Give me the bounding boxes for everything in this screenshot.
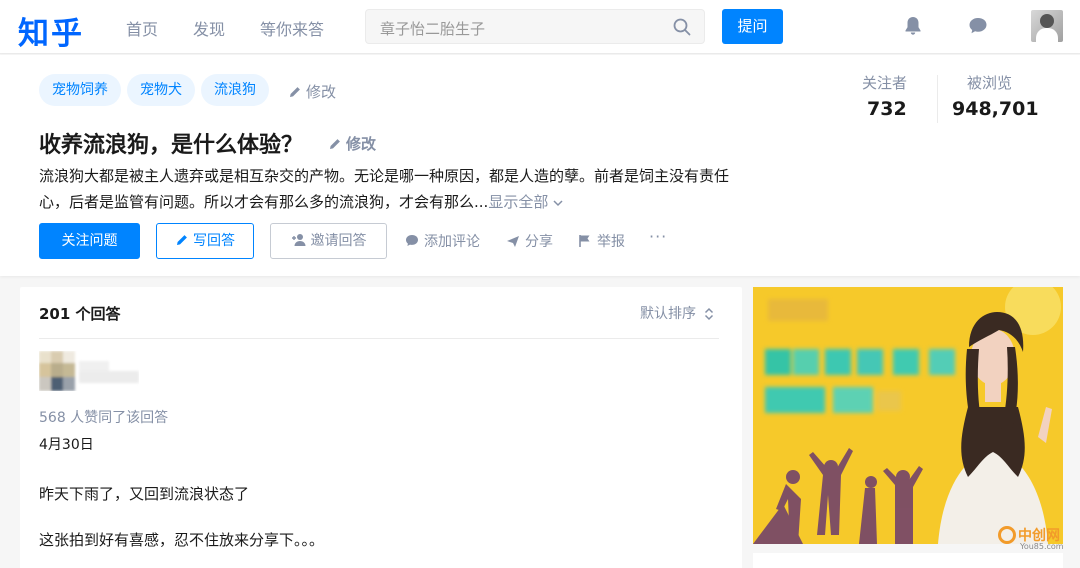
flag-icon (579, 235, 590, 247)
answer-count: 201 个回答 (39, 305, 121, 323)
pencil-icon (330, 139, 340, 149)
followers-count[interactable]: 732 (867, 98, 907, 120)
add-user-icon (291, 234, 305, 246)
edit-title-button[interactable]: 修改 (328, 133, 376, 154)
answers-card: 201 个回答 默认排序 568 人赞同了该回答 4月30日 昨天下雨了，又回到… (20, 287, 742, 568)
edit-tags-label: 修改 (306, 83, 337, 101)
edit-title-label: 修改 (346, 135, 377, 153)
views-label: 被浏览 (967, 74, 1013, 92)
add-comment-button[interactable]: 添加评论 (404, 231, 480, 251)
write-answer-label: 写回答 (193, 233, 235, 249)
show-all-link[interactable]: 显示全部 (488, 193, 563, 211)
nav-home[interactable]: 首页 (126, 16, 158, 40)
pencil-icon (177, 235, 187, 245)
messages-icon[interactable] (966, 14, 990, 38)
followers-label: 关注者 (862, 74, 908, 92)
search-placeholder: 章子怡二胎生子 (380, 20, 486, 38)
add-comment-label: 添加评论 (424, 234, 480, 250)
question-title: 收养流浪狗，是什么体验？ (39, 133, 304, 158)
edit-tags-button[interactable]: 修改 (288, 81, 336, 102)
report-label: 举报 (597, 234, 625, 250)
invite-answer-label: 邀请回答 (310, 233, 367, 249)
invite-answer-button[interactable]: 邀请回答 (270, 223, 387, 259)
question-description: 流浪狗大都是被主人遗弃或是相互杂交的产物。无论是哪一种原因，都是人造的孽。前者是… (39, 163, 739, 215)
watermark-sub: You85.com (1020, 542, 1064, 551)
watermark: 中创网 You85.com (998, 525, 1064, 551)
topic-tag[interactable]: 宠物犬 (127, 74, 195, 106)
pencil-icon (290, 87, 300, 97)
follow-question-button[interactable]: 关注问题 (39, 223, 140, 259)
answer-paragraph: 昨天下雨了，又回到流浪状态了 (39, 485, 250, 503)
topic-tag[interactable]: 流浪狗 (201, 74, 269, 106)
sidebar-ad-banner[interactable] (753, 287, 1063, 544)
search-icon[interactable] (672, 17, 692, 37)
question-header: 宠物饲养 宠物犬 流浪狗 修改 收养流浪狗，是什么体验？ 修改 流浪狗大都是被主… (0, 55, 1080, 276)
chevron-down-icon (553, 200, 563, 207)
top-navbar: 知乎 首页 发现 等你来答 章子怡二胎生子 提问 (0, 0, 1080, 54)
sidebar-card (753, 553, 1063, 568)
show-all-label: 显示全部 (488, 193, 549, 211)
views-count: 948,701 (952, 98, 1039, 120)
author-avatar-blurred[interactable] (39, 351, 139, 391)
topic-tag[interactable]: 宠物饲养 (39, 74, 121, 106)
share-button[interactable]: 分享 (505, 231, 553, 251)
write-answer-button[interactable]: 写回答 (156, 223, 254, 259)
share-label: 分享 (525, 234, 553, 250)
answer-paragraph: 这张拍到好有喜感，忍不住放来分享下。。。 (39, 531, 325, 549)
sort-icon (704, 307, 714, 321)
share-icon (507, 236, 519, 247)
ad-image (753, 287, 1061, 544)
user-avatar[interactable] (1031, 10, 1063, 42)
upvote-summary: 568 人赞同了该回答 (39, 410, 169, 426)
answer-date: 4月30日 (39, 437, 94, 453)
stats-divider (937, 75, 938, 123)
description-text: 流浪狗大都是被主人遗弃或是相互杂交的产物。无论是哪一种原因，都是人造的孽。前者是… (39, 167, 730, 211)
zhihu-logo[interactable]: 知乎 (18, 8, 84, 53)
nav-waiting-answers[interactable]: 等你来答 (260, 16, 324, 40)
watermark-logo-icon (998, 526, 1016, 544)
nav-discover[interactable]: 发现 (193, 16, 225, 40)
ask-question-button[interactable]: 提问 (722, 9, 783, 44)
sort-dropdown[interactable]: 默认排序 (640, 303, 714, 323)
comment-icon (406, 235, 418, 246)
sort-label: 默认排序 (640, 306, 696, 322)
more-actions-button[interactable]: ··· (649, 227, 667, 246)
report-button[interactable]: 举报 (577, 231, 625, 251)
bell-icon[interactable] (901, 14, 925, 38)
divider (39, 338, 719, 339)
search-input[interactable]: 章子怡二胎生子 (365, 9, 705, 44)
